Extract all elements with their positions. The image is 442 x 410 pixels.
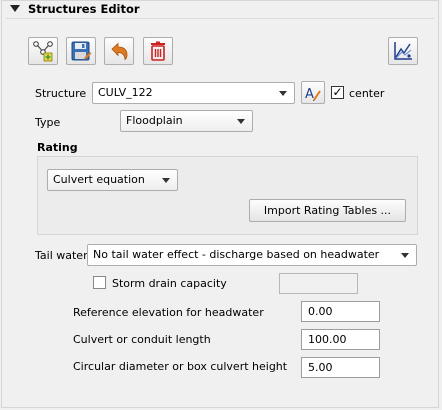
rating-group [37,156,418,235]
add-structure-icon [32,40,54,62]
chevron-down-icon [401,253,409,258]
culvert-height-field[interactable]: 5.00 [301,357,380,378]
structure-select[interactable]: CULV_122 [92,82,295,104]
profile-chart-icon [392,40,414,62]
import-rating-tables-button[interactable]: Import Rating Tables ... [249,199,406,222]
profile-chart-button[interactable] [388,37,418,65]
chevron-down-icon [162,178,170,183]
save-icon [70,40,92,62]
checkmark-icon: ✓ [332,85,343,99]
rating-group-label: Rating [37,141,78,154]
header-divider [6,18,434,19]
chevron-down-icon [279,91,287,96]
rating-select-value: Culvert equation [53,173,145,186]
structure-label: Structure [35,87,87,100]
culvert-length-field[interactable]: 100.00 [301,329,380,350]
structure-select-value: CULV_122 [98,86,153,99]
panel-title: Structures Editor [28,2,140,16]
tail-water-select[interactable]: No tail water effect - discharge based o… [87,244,417,266]
rename-structure-button[interactable]: A [301,81,325,104]
undo-icon [108,40,130,62]
rename-icon: A [304,85,322,101]
rating-select[interactable]: Culvert equation [47,169,178,191]
storm-drain-label: Storm drain capacity [112,277,227,290]
tail-water-label: Tail water [35,249,88,262]
save-button[interactable] [66,37,96,65]
tail-water-select-value: No tail water effect - discharge based o… [93,248,380,261]
type-select-value: Floodplain [126,114,183,127]
culvert-height-label: Circular diameter or box culvert height [73,360,288,373]
storm-drain-checkbox[interactable] [93,276,106,289]
storm-drain-capacity-field[interactable] [279,273,358,294]
svg-text:A: A [305,87,314,101]
type-select[interactable]: Floodplain [120,110,253,132]
chevron-down-icon [237,119,245,124]
culvert-length-label: Culvert or conduit length [73,333,211,346]
delete-icon [147,40,169,62]
collapse-arrow-icon[interactable] [10,5,20,12]
undo-button[interactable] [104,37,134,65]
reference-elevation-field[interactable]: 0.00 [301,301,380,322]
add-structure-button[interactable] [28,37,58,65]
center-checkbox[interactable]: ✓ [331,86,344,99]
delete-button[interactable] [143,37,173,65]
center-label: center [349,87,385,100]
reference-elevation-label: Reference elevation for headwater [73,306,264,319]
type-label: Type [35,116,61,129]
